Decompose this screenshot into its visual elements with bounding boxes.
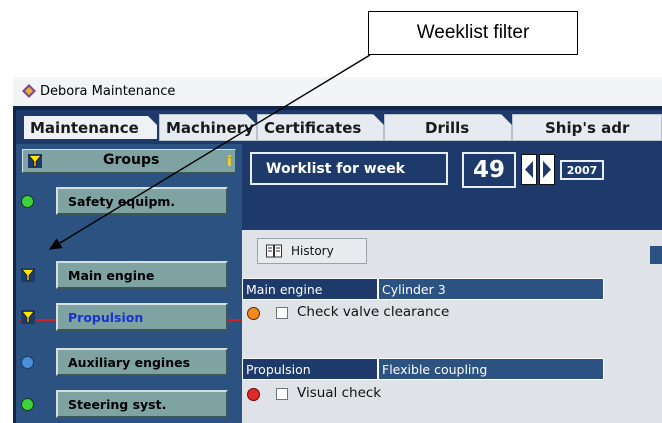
worklist-title: Worklist for week bbox=[250, 152, 448, 185]
task-name: Check valve clearance bbox=[297, 304, 450, 320]
tab-bar: Maintenance Machinery Certificates Drill… bbox=[16, 110, 662, 144]
year-value: 2007 bbox=[566, 163, 598, 177]
callout-text: Weeklist filter bbox=[416, 22, 530, 43]
tab-label: Maintenance bbox=[30, 118, 139, 137]
group-label: Main engine bbox=[68, 267, 155, 283]
task-group-cell[interactable]: Propulsion bbox=[242, 358, 378, 380]
tab-machinery[interactable]: Machinery bbox=[159, 114, 257, 141]
history-label: History bbox=[291, 244, 334, 258]
tab-label: Certificates bbox=[264, 118, 362, 137]
filter-icon bbox=[21, 268, 35, 282]
group-button-main-engine[interactable]: Main engine bbox=[56, 261, 228, 289]
arrow-right-icon bbox=[543, 161, 551, 178]
groups-header[interactable]: Groups i bbox=[22, 149, 236, 173]
group-button-auxiliary-engines[interactable]: Auxiliary engines bbox=[56, 348, 228, 376]
group-button-propulsion[interactable]: Propulsion bbox=[56, 303, 228, 331]
group-label: Auxiliary engines bbox=[68, 354, 191, 370]
task-group-cell[interactable]: Main engine bbox=[242, 278, 378, 300]
tab-label: Machinery bbox=[166, 118, 254, 137]
week-number: 49 bbox=[462, 152, 516, 188]
worklist-label: Worklist for week bbox=[266, 160, 405, 177]
app-window: Debora Maintenance Maintenance Machinery… bbox=[13, 77, 662, 423]
task-component-cell[interactable]: Cylinder 3 bbox=[378, 278, 604, 300]
tab-label: Drills bbox=[425, 118, 470, 137]
next-week-button[interactable] bbox=[539, 154, 555, 185]
group-button-safety-equipment[interactable]: Safety equipm. bbox=[56, 187, 228, 215]
week-value: 49 bbox=[472, 157, 505, 183]
task-checkbox[interactable] bbox=[276, 388, 288, 400]
arrow-left-icon bbox=[525, 161, 533, 178]
group-label: Steering syst. bbox=[68, 396, 167, 412]
tab-certificates[interactable]: Certificates bbox=[257, 114, 384, 141]
tab-ships-adr[interactable]: Ship's adr bbox=[512, 114, 662, 141]
book-icon bbox=[266, 244, 282, 258]
year-field[interactable]: 2007 bbox=[560, 160, 604, 180]
blue-dot-icon bbox=[21, 356, 34, 369]
group-label: Propulsion bbox=[68, 309, 144, 325]
task-group: Propulsion bbox=[246, 361, 311, 377]
group-label: Safety equipm. bbox=[68, 193, 176, 209]
groups-panel: Groups i Safety equipm. Main engine Prop… bbox=[16, 144, 243, 423]
green-dot-icon bbox=[21, 398, 34, 411]
callout-box: Weeklist filter bbox=[368, 11, 578, 55]
tab-label: Ship's adr bbox=[545, 118, 630, 137]
task-component: Cylinder 3 bbox=[382, 281, 446, 297]
groups-title: Groups bbox=[103, 152, 160, 168]
red-status-icon bbox=[247, 388, 260, 401]
group-button-steering-system[interactable]: Steering syst. bbox=[56, 390, 228, 418]
task-checkbox[interactable] bbox=[276, 307, 288, 319]
task-component: Flexible coupling bbox=[382, 361, 488, 377]
worklist-header: Worklist for week 49 2007 bbox=[242, 144, 662, 230]
info-icon[interactable]: i bbox=[227, 154, 232, 170]
task-component-cell[interactable]: Flexible coupling bbox=[378, 358, 604, 380]
task-group: Main engine bbox=[246, 281, 323, 297]
column-header-edge bbox=[650, 246, 662, 264]
tab-drills[interactable]: Drills bbox=[384, 114, 512, 141]
orange-status-icon bbox=[247, 307, 260, 320]
filter-icon bbox=[21, 310, 35, 324]
previous-week-button[interactable] bbox=[521, 154, 537, 185]
app-logo-icon bbox=[22, 84, 36, 98]
window-title: Debora Maintenance bbox=[40, 84, 176, 99]
task-name: Visual check bbox=[297, 385, 382, 401]
green-dot-icon bbox=[21, 195, 34, 208]
filter-icon[interactable] bbox=[28, 154, 42, 168]
history-button[interactable]: History bbox=[257, 238, 367, 264]
worklist-content: History Main engine Cylinder 3 Check val… bbox=[242, 230, 662, 423]
tab-maintenance[interactable]: Maintenance bbox=[22, 114, 159, 141]
title-bar: Debora Maintenance bbox=[13, 77, 662, 107]
